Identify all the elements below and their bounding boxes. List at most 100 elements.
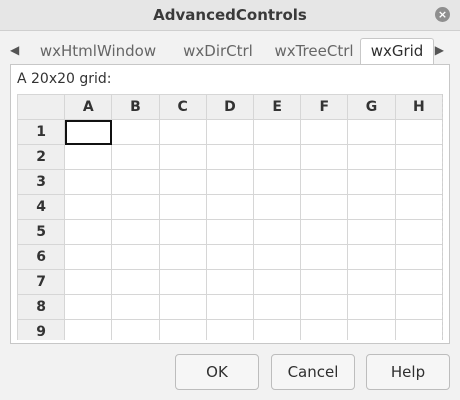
column-header[interactable]: B: [111, 94, 160, 120]
row-header[interactable]: 3: [17, 169, 66, 195]
row-header[interactable]: 7: [17, 269, 66, 295]
row-header[interactable]: 2: [17, 144, 66, 170]
grid-cell[interactable]: [205, 194, 255, 220]
grid-cell[interactable]: [394, 144, 443, 170]
grid-cell[interactable]: [205, 144, 255, 170]
grid-cell[interactable]: [394, 194, 443, 220]
row-header[interactable]: 5: [17, 219, 66, 245]
grid-cell[interactable]: [394, 219, 443, 245]
column-header[interactable]: C: [158, 94, 207, 120]
help-button[interactable]: Help: [366, 354, 450, 390]
tab-wxhtmlwindow[interactable]: wxHtmlWindow: [28, 40, 168, 62]
grid-cell[interactable]: [111, 244, 160, 270]
grid-cell[interactable]: [205, 219, 255, 245]
grid-cell[interactable]: [394, 319, 443, 340]
grid-cell[interactable]: [158, 144, 207, 170]
grid-cell[interactable]: [300, 269, 349, 295]
grid-cell[interactable]: [300, 244, 349, 270]
grid-cell[interactable]: [300, 219, 349, 245]
column-header[interactable]: G: [347, 94, 396, 120]
grid-cell[interactable]: [111, 319, 160, 340]
grid-cell[interactable]: [300, 119, 349, 145]
grid-cell[interactable]: [300, 169, 349, 195]
grid-cell[interactable]: [158, 319, 207, 340]
grid-cell[interactable]: [205, 269, 255, 295]
grid-cell[interactable]: [394, 119, 443, 145]
row-header[interactable]: 6: [17, 244, 66, 270]
grid-cell[interactable]: [111, 269, 160, 295]
grid-cell[interactable]: [111, 169, 160, 195]
grid-cell[interactable]: [64, 144, 113, 170]
column-header[interactable]: D: [205, 94, 255, 120]
grid-cell[interactable]: [347, 269, 396, 295]
grid-cell[interactable]: [64, 244, 113, 270]
grid-cell[interactable]: [64, 194, 113, 220]
row-header[interactable]: 1: [17, 119, 66, 145]
grid-cell[interactable]: [205, 294, 255, 320]
grid-cell[interactable]: [64, 294, 113, 320]
grid-cell[interactable]: [253, 269, 302, 295]
ok-button[interactable]: OK: [175, 354, 259, 390]
grid-cell[interactable]: [111, 219, 160, 245]
grid-cell[interactable]: [347, 144, 396, 170]
grid-cell[interactable]: [347, 219, 396, 245]
grid-cell[interactable]: [205, 319, 255, 340]
tab-scroll-left-icon[interactable]: ◀: [10, 42, 24, 58]
grid-cell[interactable]: [300, 319, 349, 340]
grid-cell[interactable]: [205, 244, 255, 270]
column-header[interactable]: H: [394, 94, 443, 120]
grid-cell[interactable]: [394, 169, 443, 195]
grid-cell[interactable]: [158, 294, 207, 320]
grid-cell[interactable]: [253, 294, 302, 320]
grid-cell[interactable]: [158, 119, 207, 145]
grid-cell[interactable]: [158, 269, 207, 295]
grid[interactable]: A B C D E F G H 1 2 3 4 5 6 7 8 9: [17, 94, 443, 340]
grid-cell[interactable]: [394, 269, 443, 295]
grid-cell[interactable]: [347, 294, 396, 320]
row-header[interactable]: 4: [17, 194, 66, 220]
grid-cell[interactable]: [253, 119, 302, 145]
grid-corner[interactable]: [17, 94, 66, 120]
cancel-button[interactable]: Cancel: [271, 354, 355, 390]
grid-cell[interactable]: [347, 319, 396, 340]
grid-cell[interactable]: [111, 294, 160, 320]
grid-cell[interactable]: [158, 219, 207, 245]
column-header[interactable]: E: [253, 94, 302, 120]
grid-cell[interactable]: [300, 194, 349, 220]
grid-cell[interactable]: [394, 244, 443, 270]
grid-cell[interactable]: [253, 144, 302, 170]
grid-cell[interactable]: [64, 219, 113, 245]
grid-cell[interactable]: [64, 269, 113, 295]
grid-cell[interactable]: [205, 119, 255, 145]
grid-cell[interactable]: [158, 194, 207, 220]
grid-cell[interactable]: [253, 194, 302, 220]
column-header[interactable]: F: [300, 94, 349, 120]
row-header[interactable]: 9: [17, 319, 66, 340]
column-header[interactable]: A: [64, 94, 113, 120]
grid-cell[interactable]: [158, 169, 207, 195]
tab-wxgrid[interactable]: wxGrid: [360, 38, 434, 65]
grid-cell[interactable]: [347, 119, 396, 145]
grid-cell[interactable]: [253, 219, 302, 245]
grid-cell[interactable]: [111, 144, 160, 170]
grid-cell[interactable]: [111, 119, 160, 145]
grid-cell[interactable]: [347, 169, 396, 195]
grid-cell[interactable]: [64, 319, 113, 340]
row-header[interactable]: 8: [17, 294, 66, 320]
grid-cell[interactable]: [253, 319, 302, 340]
grid-cell[interactable]: [64, 169, 113, 195]
grid-cell[interactable]: [205, 169, 255, 195]
grid-cell[interactable]: [300, 144, 349, 170]
grid-cell[interactable]: [347, 244, 396, 270]
tab-wxtreectrl[interactable]: wxTreeCtrl: [268, 40, 360, 62]
close-icon[interactable]: ×: [435, 7, 450, 22]
grid-cell-selected[interactable]: [64, 119, 113, 145]
grid-cell[interactable]: [253, 244, 302, 270]
grid-cell[interactable]: [253, 169, 302, 195]
grid-cell[interactable]: [111, 194, 160, 220]
tab-scroll-right-icon[interactable]: ▶: [430, 42, 444, 58]
grid-cell[interactable]: [158, 244, 207, 270]
grid-cell[interactable]: [347, 194, 396, 220]
grid-cell[interactable]: [300, 294, 349, 320]
tab-wxdirctrl[interactable]: wxDirCtrl: [172, 40, 264, 62]
